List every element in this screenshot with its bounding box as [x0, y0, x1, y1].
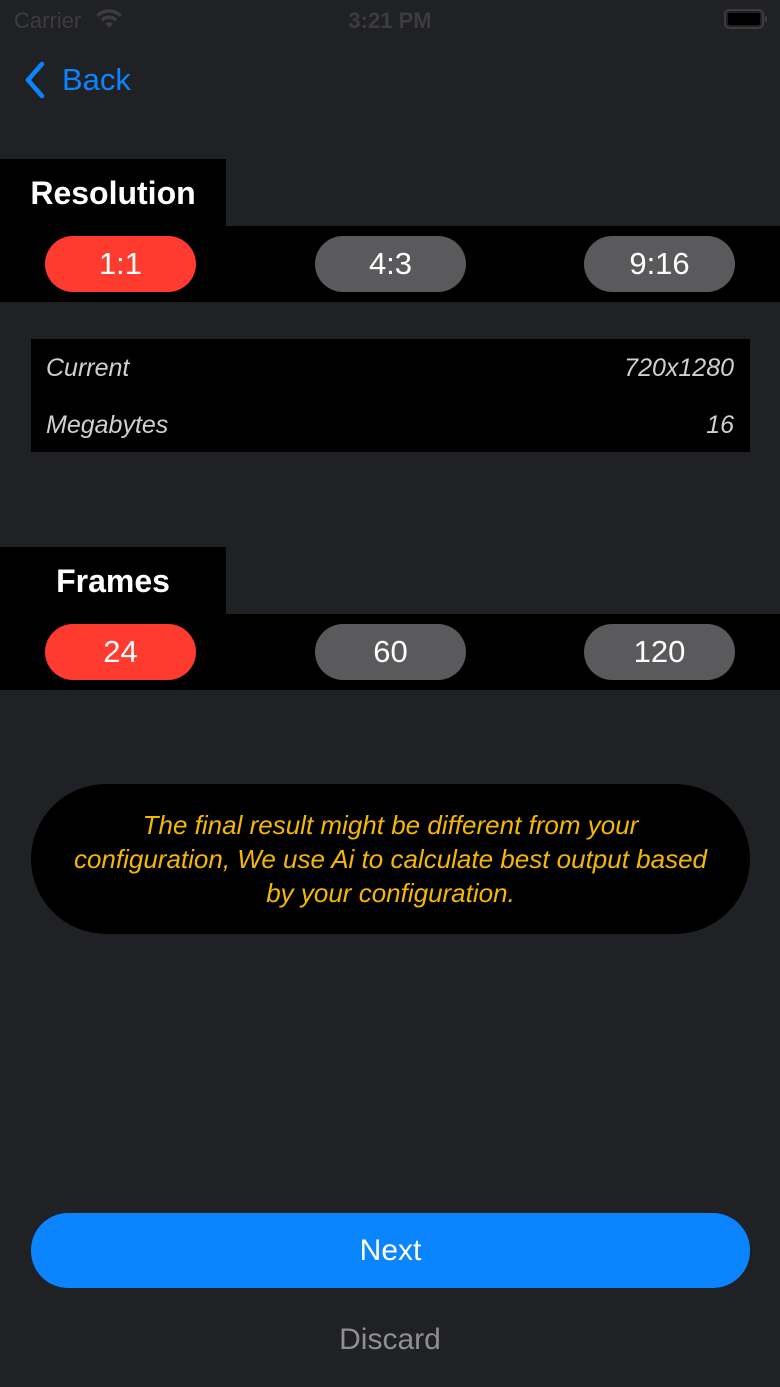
frames-title: Frames	[0, 547, 226, 615]
next-button[interactable]: Next	[31, 1213, 750, 1288]
resolution-options: 1:1 4:3 9:16	[0, 226, 780, 302]
resolution-option-1-1[interactable]: 1:1	[45, 236, 196, 292]
discard-button[interactable]: Discard	[0, 1318, 780, 1362]
frames-option-60[interactable]: 60	[315, 624, 466, 680]
info-row-megabytes: Megabytes 16	[46, 405, 734, 445]
battery-icon	[724, 9, 767, 29]
resolution-option-9-16[interactable]: 9:16	[584, 236, 735, 292]
back-button[interactable]: Back	[22, 58, 131, 102]
info-label: Megabytes	[46, 410, 169, 439]
info-row-current: Current 720x1280	[46, 348, 734, 388]
resolution-title: Resolution	[0, 159, 226, 227]
frames-options: 24 60 120	[0, 614, 780, 690]
info-value: 16	[706, 410, 734, 439]
frames-option-24[interactable]: 24	[45, 624, 196, 680]
frames-option-120[interactable]: 120	[584, 624, 735, 680]
status-time: 3:21 PM	[348, 8, 432, 33]
resolution-option-4-3[interactable]: 4:3	[315, 236, 466, 292]
ai-notice: The final result might be different from…	[31, 784, 750, 934]
info-value: 720x1280	[624, 353, 734, 382]
resolution-info-box: Current 720x1280 Megabytes 16	[31, 339, 750, 452]
back-label: Back	[62, 62, 131, 97]
info-label: Current	[46, 353, 130, 382]
chevron-left-icon	[25, 61, 45, 99]
notice-text: The final result might be different from…	[73, 810, 708, 908]
status-bar: Carrier 3:21 PM	[0, 0, 780, 40]
